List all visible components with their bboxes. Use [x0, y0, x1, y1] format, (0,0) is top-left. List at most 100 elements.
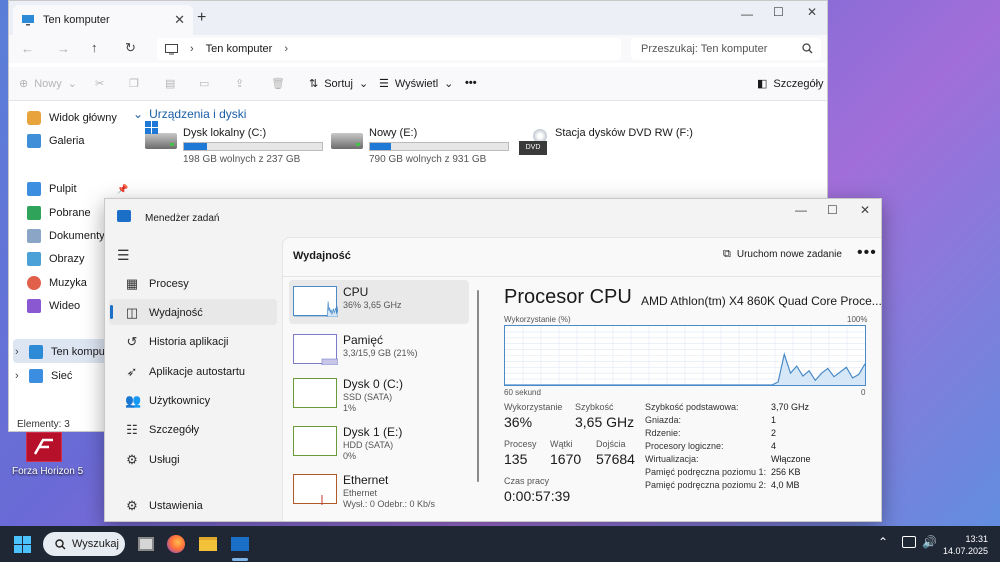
drive-c[interactable]: Dysk lokalny (C:) 198 GB wolnych z 237 G…	[145, 121, 323, 167]
search-placeholder: Przeszukaj: Ten komputer	[641, 43, 768, 55]
back-arrow-icon[interactable]: ←	[21, 41, 34, 56]
dvd-badge: DVD	[519, 141, 547, 155]
view-button[interactable]: ☰ Wyświetl ⌄	[379, 77, 453, 91]
perf-item-cpu[interactable]: CPU 36% 3,65 GHz	[289, 280, 469, 324]
dvd-drive-icon: DVD	[519, 129, 549, 157]
task-manager-icon	[117, 210, 131, 222]
spec-key: Pamięć podręczna poziomu 2:	[645, 480, 767, 490]
task-view-icon[interactable]	[136, 534, 156, 554]
sidebar-item-users[interactable]: 👥 Użytkownicy	[115, 390, 277, 412]
computer-icon	[22, 15, 34, 26]
sidebar-item-startup-apps[interactable]: ➶ Aplikacje autostartu	[115, 361, 277, 383]
cpu-thumb-line	[294, 301, 338, 317]
share-icon[interactable]: ⇪	[235, 77, 244, 90]
windows-logo-icon	[145, 121, 158, 134]
perf-item-disk-0[interactable]: Dysk 0 (C:) SSD (SATA) 1%	[289, 372, 469, 416]
section-header[interactable]: ⌄ Urządzenia i dyski	[133, 107, 246, 121]
clock-date[interactable]: 14.07.2025	[938, 546, 988, 556]
sidebar-item-services[interactable]: ⚙ Usługi	[115, 449, 277, 471]
start-windows-icon[interactable]	[14, 536, 31, 553]
stat-label: Procesy	[504, 439, 537, 449]
chevron-up-icon[interactable]: ⌃	[878, 535, 888, 549]
sidebar-item-details[interactable]: ☷ Szczegóły	[115, 419, 277, 441]
perf-item-memory[interactable]: Pamięć 3,3/15,9 GB (21%)	[289, 328, 469, 372]
perf-thumbnail	[293, 378, 337, 408]
nav-item-desktop[interactable]: Pulpit 📌	[27, 180, 128, 198]
refresh-icon[interactable]: ↻	[125, 40, 136, 56]
perf-item-ethernet[interactable]: Ethernet Ethernet Wysł.: 0 Odebr.: 0 Kb/…	[289, 468, 469, 512]
sort-label: Sortuj	[324, 77, 353, 90]
hamburger-menu-icon[interactable]: ☰	[117, 247, 130, 264]
startup-icon: ➶	[126, 364, 138, 379]
scrollbar[interactable]	[477, 290, 479, 482]
spec-key: Procesory logiczne:	[645, 441, 724, 451]
perf-item-value: Wysł.: 0 Odebr.: 0 Kb/s	[343, 499, 435, 509]
new-tab-button[interactable]: +	[197, 9, 206, 27]
nav-item-music[interactable]: Muzyka	[27, 274, 87, 292]
nav-item-gallery[interactable]: Galeria	[27, 132, 84, 150]
maximize-button[interactable]: ☐	[827, 203, 838, 217]
drive-usage-fill	[184, 143, 207, 150]
new-button[interactable]: ⊕ Nowy ⌄	[19, 77, 77, 91]
delete-icon[interactable]: 🗑	[271, 77, 285, 90]
rename-icon[interactable]: ▭	[199, 77, 209, 90]
nav-item-downloads[interactable]: Pobrane	[27, 204, 91, 222]
nav-item-network[interactable]: › Sieć	[15, 367, 72, 385]
stat-handles: 57684	[596, 451, 635, 467]
drive-f-dvd[interactable]: DVD Stacja dysków DVD RW (F:)	[519, 127, 693, 167]
stat-label: Wątki	[550, 439, 573, 449]
clock-time[interactable]: 13:31	[948, 534, 988, 544]
perf-item-detail: 3,3/15,9 GB (21%)	[343, 348, 418, 358]
cpu-usage-graph	[504, 325, 866, 386]
maximize-button[interactable]: ☐	[773, 5, 784, 19]
up-arrow-icon[interactable]: ↑	[91, 40, 98, 55]
taskbar-search-button[interactable]: Wyszukaj	[43, 532, 125, 556]
cpu-title: Procesor CPU	[504, 286, 632, 308]
chevron-right-icon[interactable]: ›	[284, 43, 288, 55]
sidebar-item-app-history[interactable]: ↺ Historia aplikacji	[115, 331, 277, 353]
run-new-task-button[interactable]: ⧉ Uruchom nowe zadanie	[723, 248, 842, 261]
network-monitor-icon[interactable]	[902, 536, 916, 548]
forward-arrow-icon[interactable]: →	[57, 41, 70, 56]
gear-icon: ⚙	[126, 498, 138, 513]
address-bar[interactable]: › Ten komputer ›	[157, 38, 621, 60]
spec-key: Wirtualizacja:	[645, 454, 699, 464]
nav-item-documents[interactable]: Dokumenty	[27, 227, 105, 245]
sidebar-label: Ustawienia	[149, 500, 203, 512]
copy-icon[interactable]: ❐	[129, 77, 139, 90]
nav-label: Obrazy	[49, 253, 85, 265]
view-label: Wyświetl	[394, 77, 439, 90]
hard-drive-icon	[331, 133, 363, 149]
stat-label: Szybkość	[575, 402, 614, 412]
nav-item-home[interactable]: Widok główny	[27, 109, 117, 127]
more-options-button[interactable]: •••	[857, 244, 877, 262]
more-options-button[interactable]: •••	[465, 77, 477, 89]
details-button[interactable]: ◧ Szczegóły	[757, 77, 824, 91]
firefox-icon[interactable]	[166, 534, 186, 554]
sidebar-item-settings[interactable]: ⚙ Ustawienia	[115, 495, 277, 517]
drive-e[interactable]: Nowy (E:) 790 GB wolnych z 931 GB	[331, 127, 509, 167]
sidebar-item-performance[interactable]: ◫ Wydajność	[115, 302, 277, 324]
nav-label: Dokumenty	[49, 230, 105, 242]
speaker-icon[interactable]: 🔊	[922, 535, 937, 549]
nav-item-this-pc[interactable]: › Ten komputer	[15, 343, 118, 361]
explorer-tab[interactable]: Ten komputer ✕	[13, 5, 193, 35]
minimize-button[interactable]: —	[741, 7, 753, 21]
file-explorer-icon[interactable]	[198, 534, 218, 554]
close-button[interactable]: ✕	[807, 5, 817, 19]
task-manager-taskbar-icon[interactable]	[230, 534, 250, 554]
close-button[interactable]: ✕	[860, 203, 870, 217]
nav-item-videos[interactable]: Wideo	[27, 297, 80, 315]
nav-item-pictures[interactable]: Obrazy	[27, 250, 84, 268]
sort-button[interactable]: ⇅ Sortuj ⌄	[309, 77, 368, 91]
sidebar-item-processes[interactable]: ▦ Procesy	[115, 273, 277, 295]
perf-item-detail: 36% 3,65 GHz	[343, 300, 402, 310]
close-tab-icon[interactable]: ✕	[174, 12, 185, 28]
perf-item-disk-1[interactable]: Dysk 1 (E:) HDD (SATA) 0%	[289, 420, 469, 464]
video-icon	[27, 299, 41, 313]
desktop-icon-forza[interactable]: Forza Horizon 5	[12, 432, 83, 477]
minimize-button[interactable]: —	[795, 203, 807, 217]
paste-icon[interactable]: ▤	[165, 77, 175, 90]
search-input[interactable]: Przeszukaj: Ten komputer	[631, 38, 821, 60]
cut-icon[interactable]: ✂	[95, 77, 104, 90]
